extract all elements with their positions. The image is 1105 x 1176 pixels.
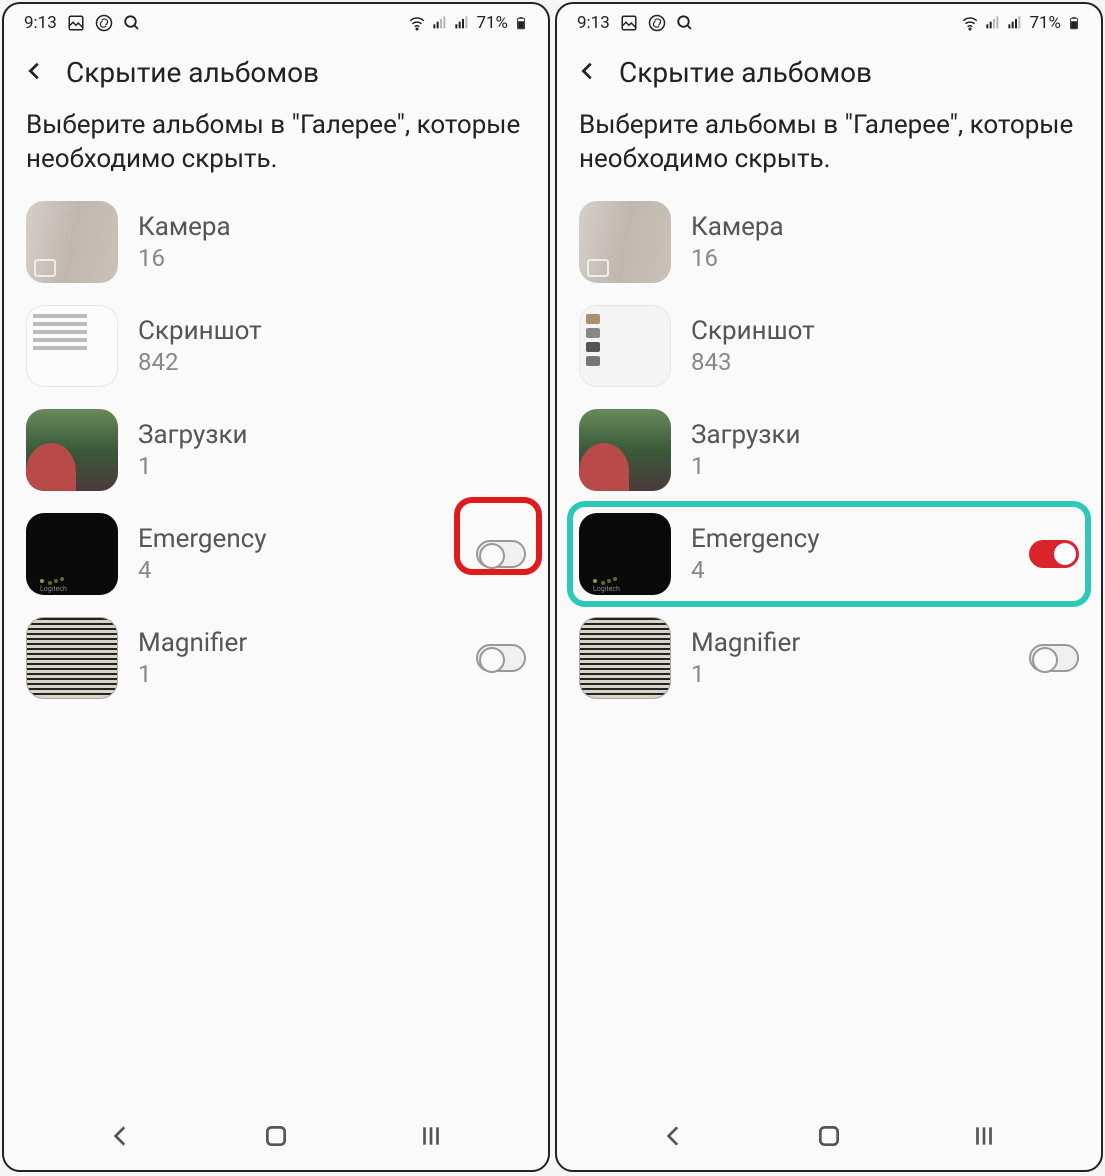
album-count: 4 [691, 556, 1009, 584]
album-name: Камера [138, 212, 526, 242]
toggle-magnifier[interactable] [476, 644, 526, 672]
signal2-icon [1007, 15, 1023, 31]
album-emergency[interactable]: Emergency 4 [26, 509, 526, 599]
album-list: Камера 16 Скриншот 843 Загрузки 1 Emerge… [557, 197, 1101, 717]
album-info: Камера 16 [138, 212, 526, 272]
toggle-emergency[interactable] [476, 540, 526, 568]
description: Выберите альбомы в "Галерее", которые не… [557, 99, 1101, 197]
album-info: Emergency 4 [691, 524, 1009, 584]
album-magnifier[interactable]: Magnifier 1 [26, 613, 526, 703]
album-count: 4 [138, 556, 456, 584]
album-count: 16 [691, 244, 1079, 272]
nav-back[interactable] [108, 1123, 134, 1153]
album-info: Magnifier 1 [691, 628, 1009, 688]
phone-left: 9:13 71% [2, 2, 550, 1172]
status-time: 9:13 [24, 13, 57, 33]
back-button[interactable] [577, 60, 599, 86]
album-info: Загрузки 1 [691, 420, 1079, 480]
album-name: Загрузки [138, 420, 526, 450]
album-name: Magnifier [138, 628, 456, 658]
album-name: Камера [691, 212, 1079, 242]
signal1-icon [985, 15, 1001, 31]
gallery-icon [67, 14, 85, 32]
album-count: 1 [691, 660, 1009, 688]
status-left: 9:13 [24, 13, 141, 33]
wifi-icon [961, 14, 979, 32]
toggle-magnifier[interactable] [1029, 644, 1079, 672]
description: Выберите альбомы в "Галерее", которые не… [4, 99, 548, 197]
status-bar: 9:13 71% [4, 4, 548, 42]
shazam-icon [648, 14, 666, 32]
battery-percent: 71% [476, 13, 508, 33]
nav-back[interactable] [661, 1123, 687, 1153]
album-emergency[interactable]: Emergency 4 [579, 509, 1079, 599]
nav-recent[interactable] [418, 1123, 444, 1153]
album-camera[interactable]: Камера 16 [26, 197, 526, 287]
status-left: 9:13 [577, 13, 694, 33]
android-nav [557, 1106, 1101, 1170]
album-info: Скриншот 842 [138, 316, 526, 376]
back-button[interactable] [24, 60, 46, 86]
album-name: Загрузки [691, 420, 1079, 450]
shazam-icon [95, 14, 113, 32]
signal1-icon [432, 15, 448, 31]
album-thumb [579, 617, 671, 699]
page-title: Скрытие альбомов [619, 56, 872, 89]
album-thumb [26, 513, 118, 595]
album-thumb [26, 617, 118, 699]
album-info: Загрузки 1 [138, 420, 526, 480]
android-nav [4, 1106, 548, 1170]
album-thumb [26, 201, 118, 283]
album-info: Magnifier 1 [138, 628, 456, 688]
album-count: 842 [138, 348, 526, 376]
nav-home[interactable] [816, 1123, 842, 1153]
album-name: Скриншот [138, 316, 526, 346]
album-count: 843 [691, 348, 1079, 376]
album-count: 1 [138, 452, 526, 480]
album-info: Emergency 4 [138, 524, 456, 584]
status-bar: 9:13 71% [557, 4, 1101, 42]
album-downloads[interactable]: Загрузки 1 [26, 405, 526, 495]
nav-recent[interactable] [971, 1123, 997, 1153]
header: Скрытие альбомов [557, 42, 1101, 99]
album-thumb [579, 201, 671, 283]
album-name: Emergency [138, 524, 456, 554]
album-thumb [26, 305, 118, 387]
album-count: 1 [691, 452, 1079, 480]
album-thumb [579, 305, 671, 387]
battery-percent: 71% [1029, 13, 1061, 33]
album-downloads[interactable]: Загрузки 1 [579, 405, 1079, 495]
album-thumb [579, 409, 671, 491]
phone-right: 9:13 71% [555, 2, 1103, 1172]
album-screenshot[interactable]: Скриншот 843 [579, 301, 1079, 391]
album-thumb [26, 409, 118, 491]
album-count: 16 [138, 244, 526, 272]
battery-icon [1067, 12, 1081, 34]
status-right: 71% [961, 12, 1081, 34]
search-icon [123, 14, 141, 32]
status-time: 9:13 [577, 13, 610, 33]
album-name: Emergency [691, 524, 1009, 554]
album-count: 1 [138, 660, 456, 688]
album-name: Magnifier [691, 628, 1009, 658]
nav-home[interactable] [263, 1123, 289, 1153]
page-title: Скрытие альбомов [66, 56, 319, 89]
header: Скрытие альбомов [4, 42, 548, 99]
gallery-icon [620, 14, 638, 32]
signal2-icon [454, 15, 470, 31]
album-name: Скриншот [691, 316, 1079, 346]
album-magnifier[interactable]: Magnifier 1 [579, 613, 1079, 703]
status-right: 71% [408, 12, 528, 34]
album-thumb [579, 513, 671, 595]
album-info: Камера 16 [691, 212, 1079, 272]
toggle-emergency[interactable] [1029, 540, 1079, 568]
wifi-icon [408, 14, 426, 32]
album-screenshot[interactable]: Скриншот 842 [26, 301, 526, 391]
search-icon [676, 14, 694, 32]
album-info: Скриншот 843 [691, 316, 1079, 376]
album-list: Камера 16 Скриншот 842 Загрузки 1 Emerge… [4, 197, 548, 717]
album-camera[interactable]: Камера 16 [579, 197, 1079, 287]
battery-icon [514, 12, 528, 34]
